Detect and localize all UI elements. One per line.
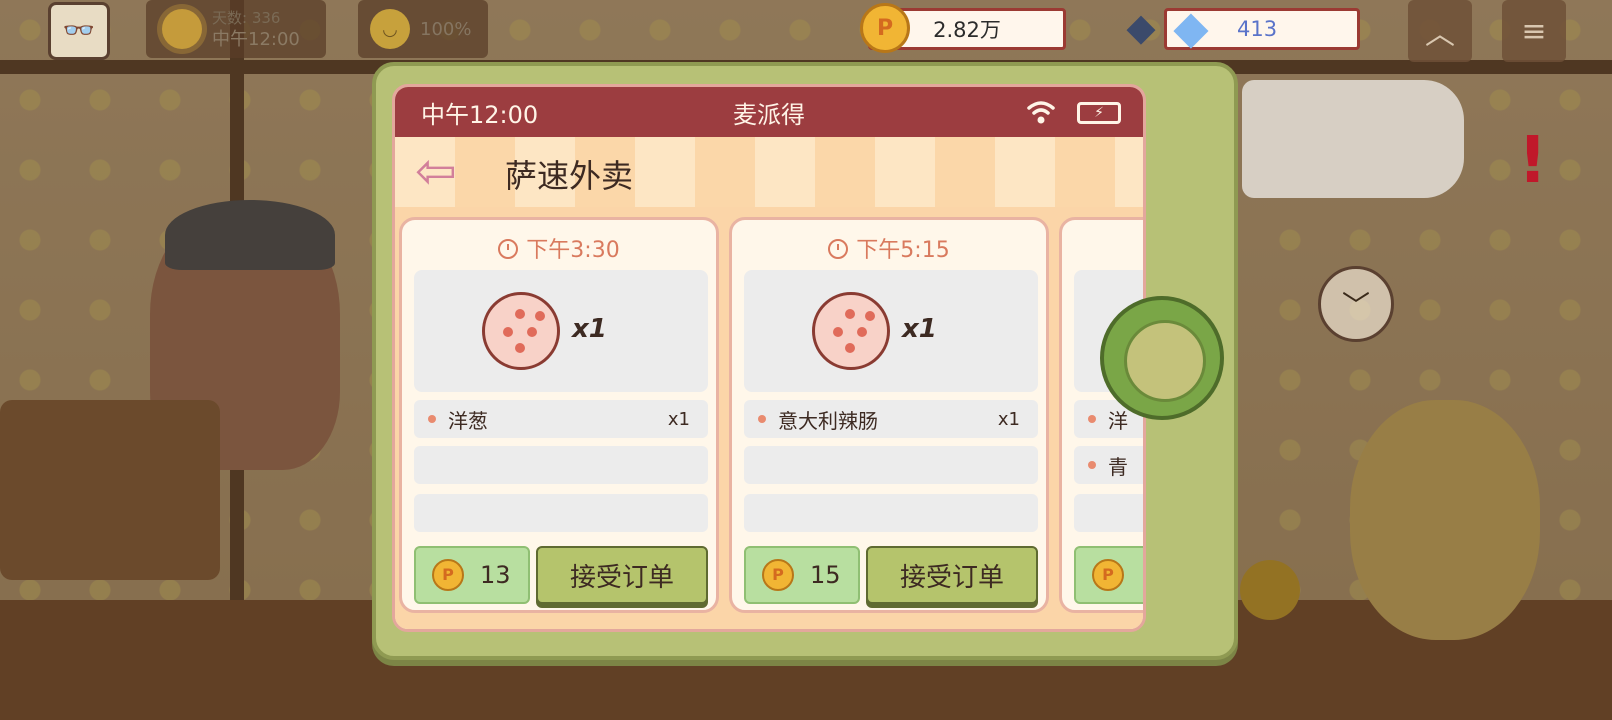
topping-name: 青 (1108, 454, 1128, 479)
chevron-up-icon: ︿ (1425, 17, 1455, 52)
collapse-button[interactable]: ︿ (1408, 0, 1472, 62)
empty-topping-row (414, 446, 708, 484)
topping-count: x1 (997, 408, 1020, 430)
topping-name: 意大利辣肠 (778, 408, 878, 433)
diamond-icon: ◆ (1173, 0, 1209, 54)
topping-row: 青 (1074, 446, 1143, 484)
bullet-icon (1088, 415, 1096, 423)
sun-icon (162, 9, 202, 49)
empty-topping-row (744, 494, 1038, 532)
expand-down-button[interactable]: ﹀ (1318, 266, 1394, 342)
topping-name: 洋葱 (448, 408, 488, 433)
topping-row: 意大利辣肠 x1 (744, 400, 1038, 438)
order-deadline: 下午3:30 (402, 232, 716, 264)
empty-topping-row (414, 494, 708, 532)
bullet-icon (428, 415, 436, 423)
accept-order-button[interactable]: 接受订单 (866, 546, 1038, 604)
order-list[interactable]: 下午3:30 x1 洋葱 x1 P 13 接受订单 下午5:15 x1 意大利辣… (395, 207, 1143, 629)
reward-amount: 15 (810, 561, 841, 589)
smiley-face-icon: ◡ (370, 9, 410, 49)
order-card: 下午3:30 x1 洋葱 x1 P 13 接受订单 (399, 217, 719, 613)
accept-order-button[interactable]: 接受订单 (536, 546, 708, 604)
app-header: ⇦ 萨速外卖 (395, 137, 1143, 207)
order-reward: P (1074, 546, 1143, 604)
empty-topping-row (1074, 494, 1143, 532)
pizza-item-panel: x1 (744, 270, 1038, 392)
order-card-partial: 洋 青 P (1059, 217, 1143, 613)
app-title: 萨速外卖 (505, 157, 634, 195)
pizza-quantity: x1 (902, 314, 937, 344)
side-signboard (1242, 80, 1464, 198)
hamburger-menu-icon: ≡ (1521, 13, 1547, 49)
day-time-panel: 天数: 336 中午12:00 (146, 0, 326, 58)
phone-status-bar: 中午12:00 麦派得 ⚡ (395, 87, 1143, 137)
pizza-icon (812, 292, 890, 370)
coin-amount: 2.82万 (933, 18, 1001, 42)
bullet-icon (1088, 461, 1096, 469)
player-avatar[interactable]: 👓 (48, 2, 110, 60)
order-reward: P 13 (414, 546, 530, 604)
pizza-item-panel: x1 (414, 270, 708, 392)
mood-percent: 100% (420, 18, 472, 40)
phone-home-button[interactable] (1100, 296, 1224, 420)
chevron-down-icon: ﹀ (1341, 289, 1370, 322)
alert-exclamation-icon[interactable]: ! (1518, 126, 1547, 196)
topping-count: x1 (667, 408, 690, 430)
gem-amount: 413 (1237, 17, 1278, 41)
pizza-icon (482, 292, 560, 370)
bullet-icon (758, 415, 766, 423)
day-count: 天数: 336 (212, 9, 281, 27)
order-card: 下午5:15 x1 意大利辣肠 x1 P 15 接受订单 (729, 217, 1049, 613)
back-arrow-icon: ⇦ (415, 142, 457, 200)
coin-icon: P (762, 559, 794, 591)
menu-button[interactable]: ≡ (1502, 0, 1566, 62)
topping-name: 洋 (1108, 408, 1128, 433)
clock-icon (828, 239, 849, 259)
back-arrow-button[interactable]: ⇦ (415, 146, 471, 196)
day-time: 中午12:00 (212, 29, 300, 50)
dark-gem-icon: ◆ (1126, 5, 1156, 49)
coin-icon: P (1092, 559, 1124, 591)
topping-row: 洋葱 x1 (414, 400, 708, 438)
coin-icon: P (432, 559, 464, 591)
mood-panel: ◡ 100% (358, 0, 488, 58)
avatar-glasses-icon: 👓 (62, 16, 96, 46)
reward-amount: 13 (480, 561, 511, 589)
phone-screen: 中午12:00 麦派得 ⚡ ⇦ 萨速外卖 下午3:30 x1 洋葱 x1 P 1… (392, 84, 1146, 632)
order-deadline: 下午5:15 (732, 232, 1046, 264)
order-reward: P 15 (744, 546, 860, 604)
empty-topping-row (744, 446, 1038, 484)
wifi-icon (1027, 101, 1055, 124)
battery-charging-icon: ⚡ (1077, 102, 1121, 124)
coin-icon: P (860, 3, 910, 53)
pizza-quantity: x1 (572, 314, 607, 344)
clock-icon (498, 239, 519, 259)
